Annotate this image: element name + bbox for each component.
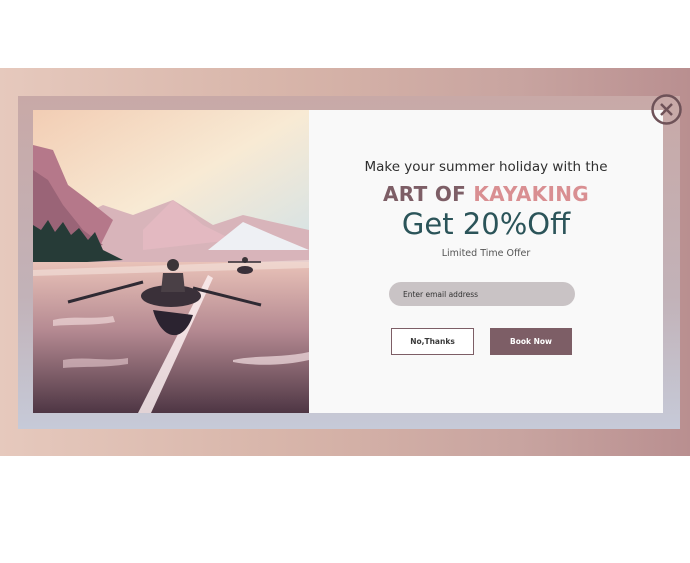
- limited-time-label: Limited Time Offer: [441, 248, 531, 259]
- headline: Make your summer holiday with the: [364, 159, 608, 175]
- discount-offer: Get 20%Off: [401, 207, 571, 241]
- brand-title: ART OF KAYAKING: [309, 182, 663, 206]
- brand-title-part2: KAYAKING: [473, 182, 589, 206]
- brand-title-part1: ART OF: [383, 182, 467, 206]
- book-now-button[interactable]: Book Now: [490, 328, 572, 355]
- close-icon[interactable]: [651, 94, 682, 125]
- kayaking-illustration: [33, 110, 309, 413]
- email-input[interactable]: [389, 282, 575, 306]
- promo-content: Make your summer holiday with the ART OF…: [309, 110, 663, 413]
- promo-modal: Make your summer holiday with the ART OF…: [33, 110, 663, 413]
- no-thanks-button[interactable]: No,Thanks: [391, 328, 474, 355]
